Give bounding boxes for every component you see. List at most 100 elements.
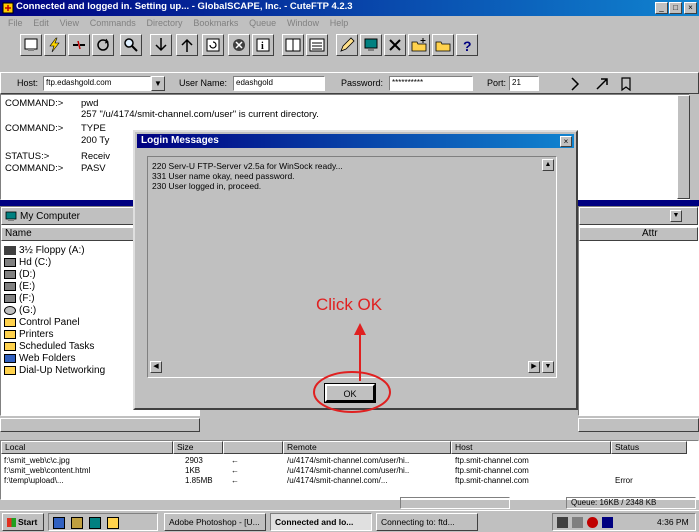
- cuteftp-app-icon: [2, 2, 14, 14]
- user-name-label: User Name:: [179, 78, 228, 88]
- menu-help[interactable]: Help: [330, 16, 349, 30]
- table-cell: 1.85MB: [185, 476, 213, 485]
- menu-file[interactable]: File: [8, 16, 23, 30]
- floppy-icon: [4, 245, 16, 255]
- download-button[interactable]: [150, 34, 172, 56]
- delete-button[interactable]: [384, 34, 406, 56]
- stop-button[interactable]: [228, 34, 250, 56]
- site-manager-button[interactable]: [20, 34, 42, 56]
- title-bar: Connected and logged in. Setting up... -…: [0, 0, 699, 16]
- quick-launch: [48, 513, 158, 531]
- taskbar-item-cuteftp[interactable]: Connected and lo...: [270, 513, 372, 531]
- table-cell[interactable]: f:\temp\upload\...: [4, 476, 64, 485]
- menu-queue[interactable]: Queue: [249, 16, 276, 30]
- queue-header-status[interactable]: Status: [611, 441, 687, 454]
- dialog-close-button[interactable]: ×: [560, 136, 572, 147]
- split-view-button[interactable]: [282, 34, 304, 56]
- list-item[interactable]: (D:): [4, 269, 36, 280]
- list-item[interactable]: Hd (C:): [4, 257, 51, 268]
- reconnect-icon: [97, 38, 109, 51]
- list-item[interactable]: (G:): [4, 305, 36, 316]
- scroll-up-button[interactable]: ▲: [542, 159, 554, 171]
- list-item[interactable]: Dial-Up Networking: [4, 365, 105, 376]
- dialog-title: Login Messages: [137, 134, 574, 148]
- remote-path-dropdown[interactable]: ▼: [670, 210, 682, 222]
- scroll-right-button[interactable]: ▶: [528, 361, 540, 373]
- show-desktop-icon[interactable]: [89, 517, 101, 529]
- maximize-button[interactable]: □: [669, 2, 682, 14]
- chmod-button[interactable]: [432, 34, 454, 56]
- volume-icon[interactable]: [572, 517, 583, 528]
- scroll-left-button[interactable]: ◀: [150, 361, 162, 373]
- log-scrollbar[interactable]: [677, 95, 690, 199]
- network-icon[interactable]: [557, 517, 568, 528]
- host-dropdown-button[interactable]: ▼: [151, 76, 165, 91]
- remote-column-header[interactable]: Attr: [579, 227, 698, 241]
- disconnect-icon: [73, 40, 85, 50]
- menu-bookmarks[interactable]: Bookmarks: [193, 16, 238, 30]
- disconnect-button[interactable]: [68, 34, 90, 56]
- password-input[interactable]: **********: [389, 76, 473, 91]
- outlook-express-icon[interactable]: [71, 517, 83, 529]
- arrow-down-icon: [155, 38, 167, 52]
- table-cell: /u/4174/smit-channel.com/user/hi..: [287, 456, 410, 465]
- view-log-button[interactable]: [120, 34, 142, 56]
- go-button[interactable]: [591, 73, 613, 95]
- scroll-down-button[interactable]: ▼: [542, 361, 554, 373]
- close-button[interactable]: ×: [684, 2, 697, 14]
- port-input[interactable]: 21: [509, 76, 539, 91]
- local-horizontal-scrollbar[interactable]: [0, 418, 200, 432]
- table-cell[interactable]: f:\smit_web\c\c.jpg: [4, 456, 70, 465]
- password-label: Password:: [341, 78, 384, 88]
- queue-header-remote[interactable]: Remote: [283, 441, 451, 454]
- list-item[interactable]: (F:): [4, 293, 35, 304]
- display-icon[interactable]: [602, 517, 613, 528]
- info-button[interactable]: i: [252, 34, 274, 56]
- list-item[interactable]: 3½ Floppy (A:): [4, 245, 85, 256]
- remote-horizontal-scrollbar[interactable]: [578, 418, 699, 432]
- remote-path-bar[interactable]: ▼: [579, 207, 698, 225]
- make-directory-button[interactable]: [408, 34, 430, 56]
- view-file-button[interactable]: [360, 34, 382, 56]
- list-item[interactable]: Printers: [4, 329, 53, 340]
- antivirus-icon[interactable]: [587, 517, 598, 528]
- taskbar-item-photoshop[interactable]: Adobe Photoshop - [U...: [164, 513, 266, 531]
- queue-header-host[interactable]: Host: [451, 441, 611, 454]
- table-cell[interactable]: f:\smit_web\content.html: [4, 466, 90, 475]
- menu-edit[interactable]: Edit: [33, 16, 49, 30]
- clock[interactable]: 4:36 PM: [657, 517, 689, 527]
- list-item[interactable]: (E:): [4, 281, 35, 292]
- menu-view[interactable]: View: [60, 16, 79, 30]
- menu-commands[interactable]: Commands: [90, 16, 136, 30]
- queue-header-direction[interactable]: [223, 441, 283, 454]
- chevron-down-icon: ▼: [544, 363, 552, 370]
- edit-button[interactable]: [336, 34, 358, 56]
- list-view-button[interactable]: [306, 34, 328, 56]
- connect-button[interactable]: [567, 73, 589, 95]
- quick-connect-button[interactable]: [44, 34, 66, 56]
- menu-window[interactable]: Window: [287, 16, 319, 30]
- bookmark-button[interactable]: [615, 73, 637, 95]
- table-cell: ←: [231, 476, 239, 485]
- queue-header-size[interactable]: Size: [173, 441, 223, 454]
- user-name-input[interactable]: edashgold: [233, 76, 325, 91]
- table-cell: /u/4174/smit-channel.com/...: [287, 476, 388, 485]
- login-messages-text[interactable]: 220 Serv-U FTP-Server v2.5a for WinSock …: [147, 156, 557, 381]
- queue-header-local[interactable]: Local: [1, 441, 173, 454]
- help-button[interactable]: ?: [456, 34, 478, 56]
- internet-explorer-icon[interactable]: [53, 517, 65, 529]
- minimize-button[interactable]: _: [655, 2, 668, 14]
- list-item[interactable]: Scheduled Tasks: [4, 341, 94, 352]
- list-item[interactable]: Control Panel: [4, 317, 80, 328]
- channels-icon[interactable]: [107, 517, 119, 529]
- refresh-button[interactable]: [202, 34, 224, 56]
- printers-folder-icon: [4, 329, 16, 339]
- taskbar-item-connecting[interactable]: Connecting to: ftd...: [376, 513, 478, 531]
- host-input[interactable]: ftp.edashgold.com: [43, 76, 151, 91]
- reconnect-button[interactable]: [92, 34, 114, 56]
- start-button[interactable]: Start: [2, 513, 44, 531]
- dial-up-networking-icon: [4, 365, 16, 375]
- upload-button[interactable]: [176, 34, 198, 56]
- menu-directory[interactable]: Directory: [147, 16, 183, 30]
- list-item[interactable]: Web Folders: [4, 353, 76, 364]
